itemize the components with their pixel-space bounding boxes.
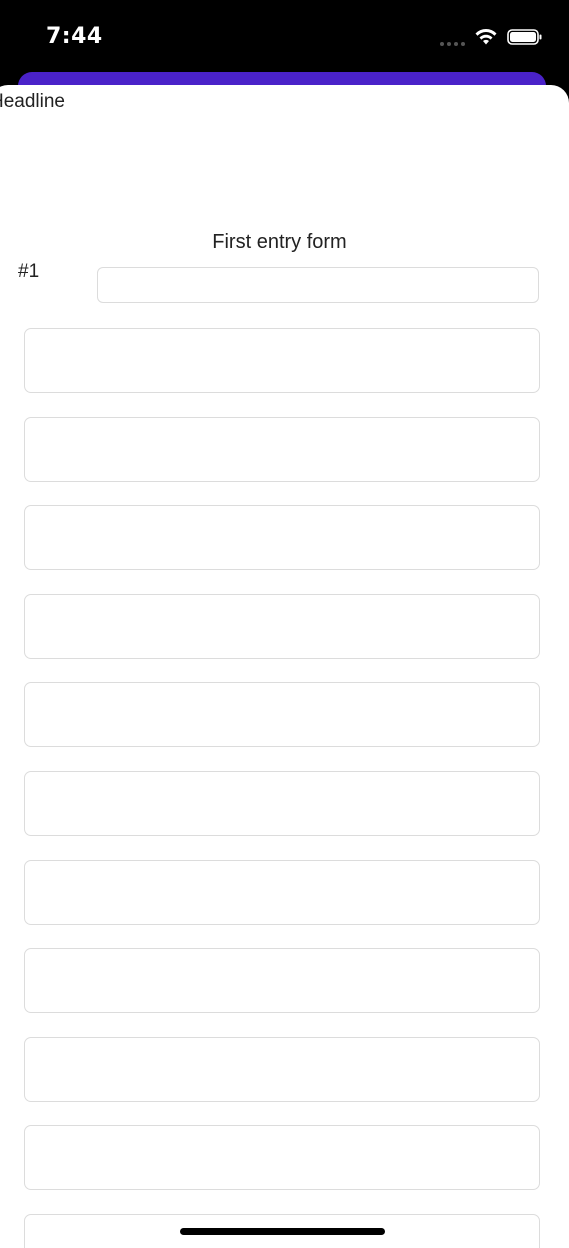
modal-card: Headline First entry form #1 xyxy=(0,85,569,1248)
signal-dots-icon xyxy=(440,42,466,46)
form-field[interactable] xyxy=(24,682,540,748)
entry-number-label: #1 xyxy=(18,261,40,282)
form-title: First entry form xyxy=(212,231,347,253)
form-field[interactable] xyxy=(24,328,540,393)
form-field[interactable] xyxy=(24,416,540,482)
form-field[interactable] xyxy=(24,859,540,925)
form-field[interactable] xyxy=(24,505,540,571)
battery-icon xyxy=(507,29,542,45)
status-time: 7:44 xyxy=(46,24,103,49)
form-field[interactable] xyxy=(24,948,540,1014)
form-field[interactable] xyxy=(24,770,540,836)
phone-screen: 7:44 Headline First entry form #1 xyxy=(0,0,569,1248)
entry-input[interactable] xyxy=(97,267,539,303)
form-field[interactable] xyxy=(24,1125,540,1191)
headline-text: Headline xyxy=(0,91,65,112)
status-bar: 7:44 xyxy=(0,0,569,80)
home-indicator[interactable] xyxy=(180,1228,385,1235)
form-field[interactable] xyxy=(24,1036,540,1102)
form-field[interactable] xyxy=(24,593,540,659)
field-list xyxy=(24,328,540,1248)
wifi-icon xyxy=(475,29,497,45)
